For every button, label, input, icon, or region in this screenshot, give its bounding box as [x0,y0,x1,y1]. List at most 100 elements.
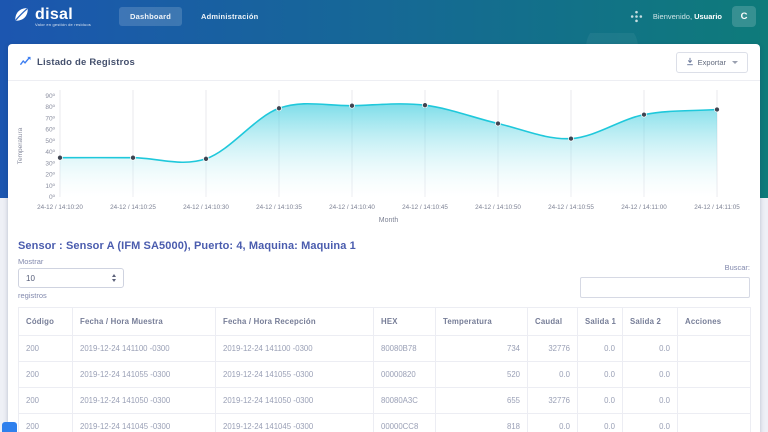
svg-text:24-12 / 14:10:20: 24-12 / 14:10:20 [37,204,83,211]
download-icon [686,57,694,68]
col-salida1[interactable]: Salida 1 [578,308,623,336]
table-cell: 818 [436,414,528,432]
table-cell: 200 [19,388,73,414]
page-size-select[interactable]: 10 [18,268,124,288]
svg-text:24-12 / 14:10:55: 24-12 / 14:10:55 [548,204,594,211]
table-cell: 200 [19,362,73,388]
svg-text:0º: 0º [49,194,56,201]
col-temperatura[interactable]: Temperatura [436,308,528,336]
chevron-down-icon [732,61,738,64]
brand-name: disal [35,7,91,22]
svg-text:Month: Month [379,217,399,224]
table-cell: 0.0 [623,414,678,432]
table-cell: 32776 [528,388,578,414]
table-cell [678,336,751,362]
svg-text:40º: 40º [45,149,55,156]
user-avatar[interactable]: C [732,6,756,27]
col-codigo[interactable]: Código [19,308,73,336]
search-group: Buscar: [580,257,750,298]
records-card: Listado de Registros Exportar 90º80º70º6… [8,44,760,432]
svg-text:10º: 10º [45,183,55,190]
chart-icon [20,56,31,69]
search-label: Buscar: [725,263,750,272]
greeting-text: Bienvenido, [653,12,692,21]
svg-text:Temperatura: Temperatura [17,127,24,164]
col-acciones[interactable]: Acciones [678,308,751,336]
svg-text:90º: 90º [45,93,55,100]
table-cell: 80080A3C [374,388,436,414]
brand-tagline: Valor en gestión de residuos [35,22,91,27]
table-cell: 734 [436,336,528,362]
table-row: 2002019-12-24 141050 -03002019-12-24 141… [19,388,751,414]
table-cell: 2019-12-24 141100 -0300 [216,336,374,362]
table-cell [678,362,751,388]
table-cell: 0.0 [578,414,623,432]
nav-item-dashboard[interactable]: Dashboard [119,7,182,26]
table-cell: 2019-12-24 141055 -0300 [73,362,216,388]
svg-text:24-12 / 14:11:05: 24-12 / 14:11:05 [694,204,740,211]
svg-text:24-12 / 14:10:40: 24-12 / 14:10:40 [329,204,375,211]
main-nav: Dashboard Administración [119,7,269,26]
table-cell: 00000CC8 [374,414,436,432]
select-arrows-icon [112,274,116,282]
export-button[interactable]: Exportar [676,52,748,73]
svg-text:20º: 20º [45,172,55,179]
table-cell: 0.0 [528,414,578,432]
table-row: 2002019-12-24 141045 -03002019-12-24 141… [19,414,751,432]
table-cell: 80080B78 [374,336,436,362]
card-header: Listado de Registros Exportar [8,44,760,81]
svg-text:24-12 / 14:10:50: 24-12 / 14:10:50 [475,204,521,211]
table-cell: 200 [19,414,73,432]
table-cell: 2019-12-24 141045 -0300 [216,414,374,432]
apps-dots-icon[interactable] [630,10,643,23]
page-size-group: Mostrar 10 registros [18,257,124,300]
svg-text:24-12 / 14:10:25: 24-12 / 14:10:25 [110,204,156,211]
svg-text:24-12 / 14:10:45: 24-12 / 14:10:45 [402,204,448,211]
brand-logo[interactable]: disal Valor en gestión de residuos [12,5,91,29]
table-row: 2002019-12-24 141100 -03002019-12-24 141… [19,336,751,362]
svg-text:24-12 / 14:10:30: 24-12 / 14:10:30 [183,204,229,211]
svg-text:50º: 50º [45,138,55,145]
col-hex[interactable]: HEX [374,308,436,336]
nav-item-administracion[interactable]: Administración [190,7,269,26]
svg-text:24-12 / 14:10:35: 24-12 / 14:10:35 [256,204,302,211]
svg-text:60º: 60º [45,127,55,134]
table-cell [678,414,751,432]
card-title: Listado de Registros [20,56,135,69]
table-cell: 655 [436,388,528,414]
svg-text:30º: 30º [45,160,55,167]
table-cell: 00000820 [374,362,436,388]
table-cell: 0.0 [623,336,678,362]
export-label: Exportar [698,58,726,67]
table-cell: 2019-12-24 141100 -0300 [73,336,216,362]
table-cell: 0.0 [578,388,623,414]
table-cell: 32776 [528,336,578,362]
navbar-right: Bienvenido,Usuario C [630,6,756,27]
records-table: Código Fecha / Hora Muestra Fecha / Hora… [18,307,751,432]
table-cell: 200 [19,336,73,362]
username: Usuario [694,12,722,21]
col-fecha-recepcion[interactable]: Fecha / Hora Recepción [216,308,374,336]
user-greeting: Bienvenido,Usuario [653,12,722,21]
col-caudal[interactable]: Caudal [528,308,578,336]
table-cell: 2019-12-24 141050 -0300 [73,388,216,414]
svg-text:24-12 / 14:11:00: 24-12 / 14:11:00 [621,204,667,211]
table-cell: 520 [436,362,528,388]
table-cell: 2019-12-24 141045 -0300 [73,414,216,432]
table-controls: Mostrar 10 registros Buscar: [18,257,750,300]
card-content: Sensor : Sensor A (IFM SA5000), Puerto: … [8,234,760,432]
table-cell: 0.0 [578,362,623,388]
table-cell: 0.0 [528,362,578,388]
table-cell: 0.0 [623,388,678,414]
scroll-top-button[interactable] [2,422,17,432]
table-cell [678,388,751,414]
records-label: registros [18,291,124,300]
svg-text:80º: 80º [45,104,55,111]
col-fecha-muestra[interactable]: Fecha / Hora Muestra [73,308,216,336]
table-cell: 2019-12-24 141055 -0300 [216,362,374,388]
leaf-icon [12,5,31,29]
show-label: Mostrar [18,257,124,266]
col-salida2[interactable]: Salida 2 [623,308,678,336]
search-input[interactable] [580,277,750,298]
temperature-area-chart[interactable]: 90º80º70º60º50º40º30º20º10º0º24-12 / 14:… [8,82,760,234]
